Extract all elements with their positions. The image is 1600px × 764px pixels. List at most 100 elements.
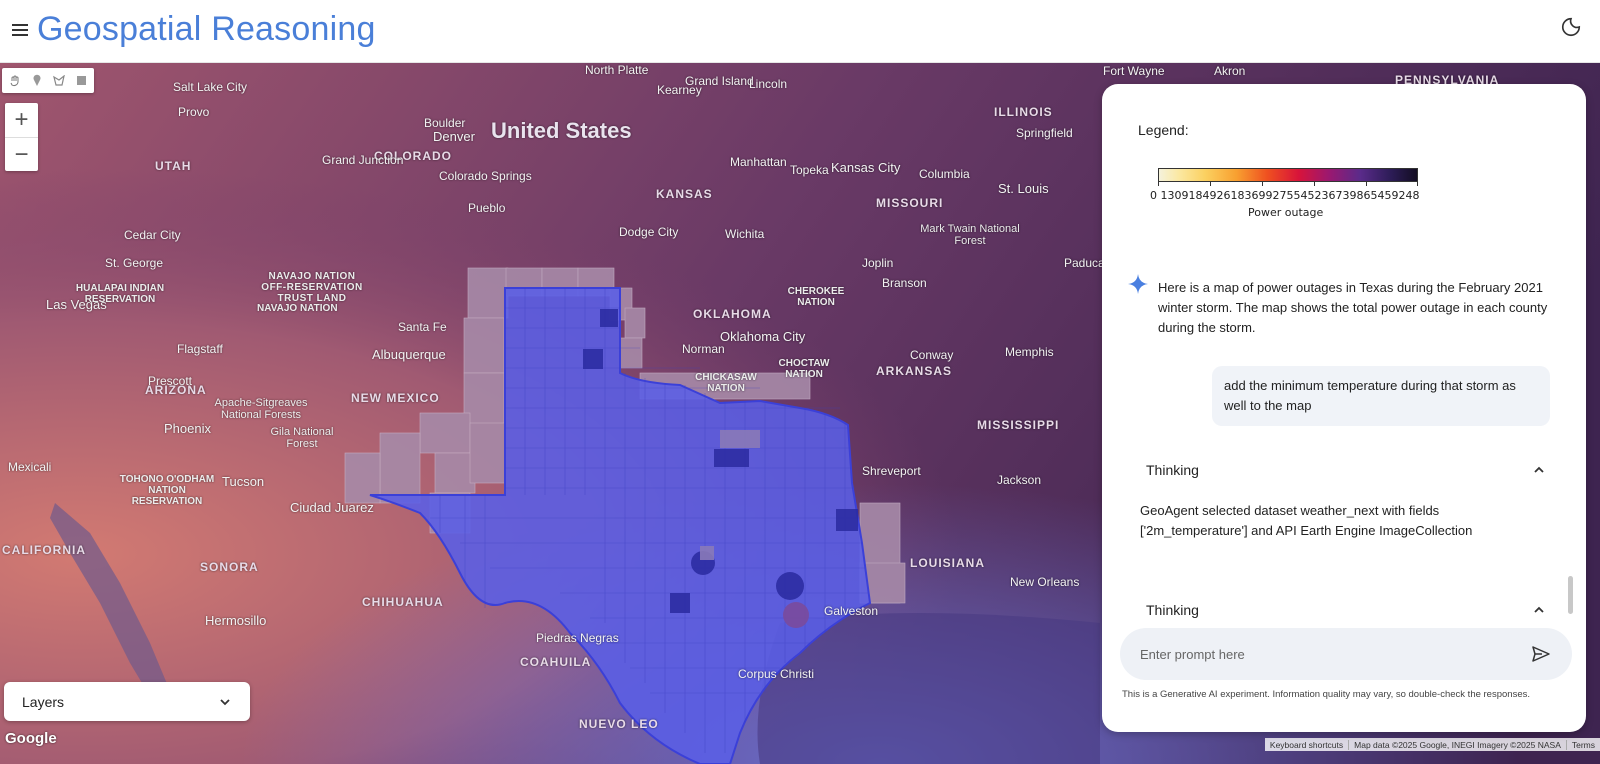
map-label-state: NUEVO LEO: [579, 717, 659, 731]
map-data-attribution: Map data ©2025 Google, INEGI Imagery ©20…: [1348, 739, 1566, 750]
map-label-city: Corpus Christi: [738, 667, 815, 681]
map-label-country: United States: [491, 118, 632, 143]
map-label-city: New Orleans: [1010, 575, 1080, 589]
map-label-city: Boulder: [424, 116, 466, 130]
map-label-state: CALIFORNIA: [2, 543, 86, 557]
layers-label: Layers: [22, 693, 65, 710]
map-label-city: Branson: [882, 276, 927, 290]
map-label-city: Mexicali: [8, 460, 52, 474]
map-label-city: Tucson: [222, 474, 265, 489]
map-label-city: Jackson: [997, 473, 1042, 487]
map-label-state: CHIHUAHUA: [362, 595, 444, 609]
rectangle-icon[interactable]: [72, 72, 90, 90]
map-label-city: Fort Wayne: [1103, 64, 1165, 78]
map-label-city: Oklahoma City: [720, 329, 806, 344]
map-label-city: Kansas City: [831, 160, 901, 175]
map-label-state: ILLINOIS: [994, 105, 1053, 119]
chevron-down-icon: [220, 698, 230, 705]
map-label-city: Flagstaff: [177, 342, 223, 356]
map-label-region: Mark Twain National Forest: [920, 223, 1020, 247]
marker-pin-icon[interactable]: [28, 72, 46, 90]
map-label-city: Denver: [433, 129, 475, 144]
map-label-state: UTAH: [155, 159, 192, 173]
map-label-city: Grand Junction: [322, 153, 404, 167]
map-label-state: NEW MEXICO: [351, 391, 440, 405]
map-label-city: Conway: [910, 348, 954, 362]
gemini-sparkle-icon: [1128, 274, 1148, 294]
map-label-city: Memphis: [1005, 345, 1054, 359]
thinking-label: Thinking: [1146, 462, 1199, 478]
map-label-city: Phoenix: [164, 421, 211, 436]
map-label-region: HUALAPAI INDIAN RESERVATION: [75, 283, 165, 305]
google-logo: Google: [5, 730, 57, 747]
map-label-region: TOHONO O'ODHAM NATION RESERVATION: [119, 474, 215, 507]
map-label-region: CHICKASAW NATION: [695, 372, 757, 394]
map-label-city: Manhattan: [730, 155, 787, 169]
chat-scrollbar[interactable]: [1568, 576, 1573, 614]
map-label-city: St. George: [105, 256, 164, 270]
map-label-city: Provo: [178, 105, 210, 119]
map-label-state: MISSISSIPPI: [977, 418, 1060, 432]
map-label-city: Hermosillo: [205, 613, 267, 628]
map-label-region: Gila National Forest: [270, 426, 334, 450]
map-label-state: SONORA: [200, 560, 259, 574]
map-label-city: Ciudad Juarez: [290, 500, 374, 515]
map-label-city: North Platte: [585, 63, 649, 77]
prompt-input[interactable]: [1140, 646, 1520, 662]
legend-colorbar: [1158, 168, 1418, 182]
map-label-state: LOUISIANA: [910, 556, 985, 570]
thinking-toggle[interactable]: Thinking: [1146, 462, 1546, 478]
legend-axis-label: Power outage: [1248, 206, 1324, 219]
map-label-region: Apache-Sitgreaves National Forests: [214, 397, 308, 421]
map-label-city: Lincoln: [749, 77, 788, 91]
user-message: add the minimum temperature during that …: [1212, 366, 1550, 426]
map-label-city: Wichita: [725, 227, 765, 241]
map-label-state: MISSOURI: [876, 196, 944, 210]
map-label-city: Kearney: [657, 83, 702, 97]
keyboard-shortcuts-link[interactable]: Keyboard shortcuts: [1265, 740, 1348, 750]
map-label-city: Topeka: [790, 163, 829, 177]
map-label-city: Shreveport: [862, 464, 921, 478]
app-title: Geospatial Reasoning: [37, 10, 376, 48]
map-label-city: Galveston: [824, 604, 879, 618]
map-label-city: Salt Lake City: [173, 80, 248, 94]
map-label-region: NAVAJO NATION: [257, 303, 338, 314]
map-label-city: Prescott: [148, 374, 193, 388]
app-header: Geospatial Reasoning: [0, 0, 1600, 63]
chevron-up-icon: [1534, 606, 1544, 613]
map-label-city: Cedar City: [124, 228, 181, 242]
dark-mode-moon-icon[interactable]: [1560, 16, 1582, 38]
map-label-city: Piedras Negras: [536, 631, 619, 645]
map-label-region: CHOCTAW NATION: [778, 358, 830, 380]
layers-dropdown[interactable]: Layers: [4, 682, 250, 721]
thinking-toggle[interactable]: Thinking: [1146, 602, 1546, 618]
drawing-toolbar: [2, 68, 94, 93]
map-label-city: Columbia: [919, 167, 970, 181]
thinking-detail-text: GeoAgent selected dataset weather_next w…: [1140, 503, 1473, 538]
map-label-city: Dodge City: [619, 225, 679, 239]
map-label-city: Springfield: [1016, 126, 1073, 140]
terms-link[interactable]: Terms: [1565, 739, 1600, 750]
assistant-message: Here is a map of power outages in Texas …: [1158, 280, 1548, 335]
map-label-state: COAHUILA: [520, 655, 592, 669]
thinking-label: Thinking: [1146, 602, 1199, 618]
map-label-region: NAVAJO NATION OFF-RESERVATION TRUST LAND: [261, 271, 363, 304]
send-icon[interactable]: [1530, 643, 1552, 665]
chat-panel: Legend: 0 130918492618369927554523673986…: [1102, 84, 1586, 732]
legend-ticks: [1158, 182, 1418, 187]
hand-pan-icon[interactable]: [6, 72, 24, 90]
map-label-state: KANSAS: [656, 187, 713, 201]
map-label-city: Norman: [682, 342, 725, 356]
zoom-control: + −: [5, 103, 38, 171]
map-label-city: Albuquerque: [372, 347, 446, 362]
map-label-region: CHEROKEE NATION: [787, 286, 845, 308]
map-label-city: St. Louis: [998, 181, 1049, 196]
map-label-city: Colorado Springs: [439, 169, 532, 183]
chevron-up-icon: [1534, 466, 1544, 473]
polygon-icon[interactable]: [50, 72, 68, 90]
map-label-city: Santa Fe: [398, 320, 447, 334]
legend-title: Legend:: [1138, 122, 1189, 138]
zoom-in-button[interactable]: +: [5, 103, 38, 137]
zoom-out-button[interactable]: −: [5, 137, 38, 171]
hamburger-menu-icon[interactable]: [10, 20, 30, 40]
